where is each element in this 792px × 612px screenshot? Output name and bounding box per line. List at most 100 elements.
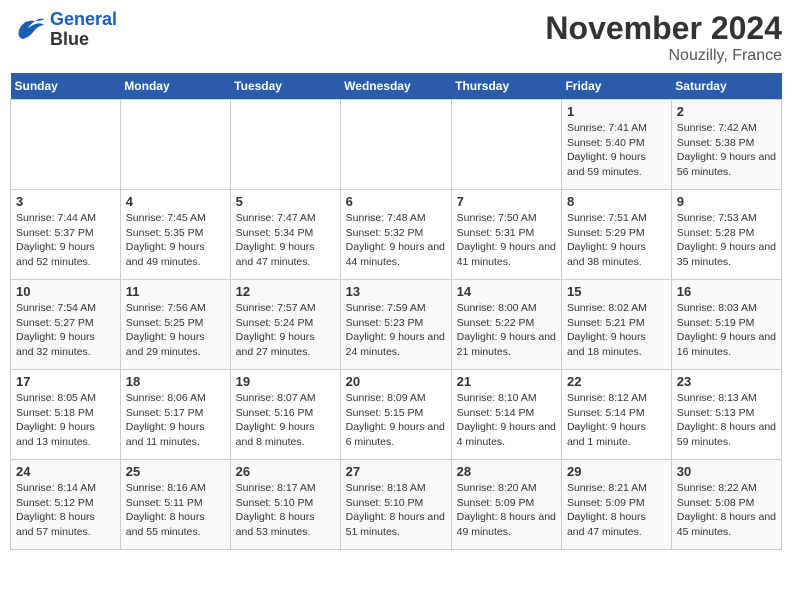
week-row-0: 1 Sunrise: 7:41 AM Sunset: 5:40 PM Daylig… — [11, 100, 782, 190]
day-number: 25 — [126, 464, 225, 479]
logo-icon — [10, 12, 46, 48]
column-header-saturday: Saturday — [671, 73, 781, 100]
calendar-cell: 11 Sunrise: 7:56 AM Sunset: 5:25 PM Dayli… — [120, 280, 230, 370]
day-number: 28 — [457, 464, 556, 479]
calendar-cell: 27 Sunrise: 8:18 AM Sunset: 5:10 PM Dayli… — [340, 460, 451, 550]
page-header: General Blue November 2024 Nouzilly, Fra… — [10, 10, 782, 65]
day-info: Sunrise: 7:56 AM Sunset: 5:25 PM Dayligh… — [126, 301, 225, 360]
day-number: 19 — [236, 374, 335, 389]
logo-text: General Blue — [50, 10, 117, 50]
calendar-cell — [120, 100, 230, 190]
calendar-cell: 3 Sunrise: 7:44 AM Sunset: 5:37 PM Daylig… — [11, 190, 121, 280]
calendar-cell: 15 Sunrise: 8:02 AM Sunset: 5:21 PM Dayli… — [561, 280, 671, 370]
calendar-cell: 28 Sunrise: 8:20 AM Sunset: 5:09 PM Dayli… — [451, 460, 561, 550]
calendar-cell: 8 Sunrise: 7:51 AM Sunset: 5:29 PM Daylig… — [561, 190, 671, 280]
week-row-4: 24 Sunrise: 8:14 AM Sunset: 5:12 PM Dayli… — [11, 460, 782, 550]
day-info: Sunrise: 8:18 AM Sunset: 5:10 PM Dayligh… — [346, 481, 446, 540]
calendar-cell: 14 Sunrise: 8:00 AM Sunset: 5:22 PM Dayli… — [451, 280, 561, 370]
calendar-cell: 6 Sunrise: 7:48 AM Sunset: 5:32 PM Daylig… — [340, 190, 451, 280]
calendar-cell — [340, 100, 451, 190]
day-number: 6 — [346, 194, 446, 209]
week-row-2: 10 Sunrise: 7:54 AM Sunset: 5:27 PM Dayli… — [11, 280, 782, 370]
day-info: Sunrise: 7:59 AM Sunset: 5:23 PM Dayligh… — [346, 301, 446, 360]
column-header-friday: Friday — [561, 73, 671, 100]
calendar-cell: 23 Sunrise: 8:13 AM Sunset: 5:13 PM Dayli… — [671, 370, 781, 460]
header-row: SundayMondayTuesdayWednesdayThursdayFrid… — [11, 73, 782, 100]
day-number: 10 — [16, 284, 115, 299]
day-info: Sunrise: 8:10 AM Sunset: 5:14 PM Dayligh… — [457, 391, 556, 450]
calendar-cell — [230, 100, 340, 190]
day-number: 26 — [236, 464, 335, 479]
calendar-cell: 26 Sunrise: 8:17 AM Sunset: 5:10 PM Dayli… — [230, 460, 340, 550]
day-number: 22 — [567, 374, 666, 389]
title-block: November 2024 Nouzilly, France — [545, 10, 782, 65]
calendar-cell: 7Sunrise: 7:50 AM Sunset: 5:31 PM Daylig… — [451, 190, 561, 280]
column-header-thursday: Thursday — [451, 73, 561, 100]
day-number: 17 — [16, 374, 115, 389]
calendar-cell: 21 Sunrise: 8:10 AM Sunset: 5:14 PM Dayli… — [451, 370, 561, 460]
day-info: Sunrise: 8:21 AM Sunset: 5:09 PM Dayligh… — [567, 481, 666, 540]
day-info: Sunrise: 8:09 AM Sunset: 5:15 PM Dayligh… — [346, 391, 446, 450]
day-info: Sunrise: 7:47 AM Sunset: 5:34 PM Dayligh… — [236, 211, 335, 270]
column-header-tuesday: Tuesday — [230, 73, 340, 100]
calendar-cell: 18Sunrise: 8:06 AM Sunset: 5:17 PM Dayli… — [120, 370, 230, 460]
column-header-sunday: Sunday — [11, 73, 121, 100]
day-number: 14 — [457, 284, 556, 299]
calendar-cell — [451, 100, 561, 190]
day-number: 4 — [126, 194, 225, 209]
day-info: Sunrise: 8:20 AM Sunset: 5:09 PM Dayligh… — [457, 481, 556, 540]
day-number: 7 — [457, 194, 556, 209]
day-info: Sunrise: 8:16 AM Sunset: 5:11 PM Dayligh… — [126, 481, 225, 540]
day-number: 29 — [567, 464, 666, 479]
calendar-cell: 16 Sunrise: 8:03 AM Sunset: 5:19 PM Dayli… — [671, 280, 781, 370]
day-info: Sunrise: 7:53 AM Sunset: 5:28 PM Dayligh… — [677, 211, 776, 270]
day-info: Sunrise: 8:03 AM Sunset: 5:19 PM Dayligh… — [677, 301, 776, 360]
calendar-cell: 22 Sunrise: 8:12 AM Sunset: 5:14 PM Dayli… — [561, 370, 671, 460]
day-info: Sunrise: 7:44 AM Sunset: 5:37 PM Dayligh… — [16, 211, 115, 270]
calendar-cell: 13 Sunrise: 7:59 AM Sunset: 5:23 PM Dayli… — [340, 280, 451, 370]
calendar-cell: 2 Sunrise: 7:42 AM Sunset: 5:38 PM Daylig… — [671, 100, 781, 190]
day-number: 20 — [346, 374, 446, 389]
day-info: Sunrise: 8:00 AM Sunset: 5:22 PM Dayligh… — [457, 301, 556, 360]
day-info: Sunrise: 7:51 AM Sunset: 5:29 PM Dayligh… — [567, 211, 666, 270]
day-number: 30 — [677, 464, 776, 479]
day-number: 27 — [346, 464, 446, 479]
calendar-cell: 20 Sunrise: 8:09 AM Sunset: 5:15 PM Dayli… — [340, 370, 451, 460]
calendar-cell: 29 Sunrise: 8:21 AM Sunset: 5:09 PM Dayli… — [561, 460, 671, 550]
day-number: 9 — [677, 194, 776, 209]
day-number: 2 — [677, 104, 776, 119]
day-info: Sunrise: 7:42 AM Sunset: 5:38 PM Dayligh… — [677, 121, 776, 180]
day-number: 11 — [126, 284, 225, 299]
day-info: Sunrise: 8:13 AM Sunset: 5:13 PM Dayligh… — [677, 391, 776, 450]
day-number: 21 — [457, 374, 556, 389]
day-number: 5 — [236, 194, 335, 209]
month-title: November 2024 — [545, 10, 782, 47]
day-number: 8 — [567, 194, 666, 209]
day-number: 13 — [346, 284, 446, 299]
day-number: 3 — [16, 194, 115, 209]
day-number: 15 — [567, 284, 666, 299]
day-info: Sunrise: 7:48 AM Sunset: 5:32 PM Dayligh… — [346, 211, 446, 270]
day-number: 16 — [677, 284, 776, 299]
day-info: Sunrise: 7:41 AM Sunset: 5:40 PM Dayligh… — [567, 121, 666, 180]
day-info: Sunrise: 8:12 AM Sunset: 5:14 PM Dayligh… — [567, 391, 666, 450]
day-number: 1 — [567, 104, 666, 119]
calendar-cell: 5 Sunrise: 7:47 AM Sunset: 5:34 PM Daylig… — [230, 190, 340, 280]
logo: General Blue — [10, 10, 117, 50]
day-number: 23 — [677, 374, 776, 389]
day-info: Sunrise: 7:54 AM Sunset: 5:27 PM Dayligh… — [16, 301, 115, 360]
day-info: Sunrise: 8:14 AM Sunset: 5:12 PM Dayligh… — [16, 481, 115, 540]
calendar-cell: 17 Sunrise: 8:05 AM Sunset: 5:18 PM Dayli… — [11, 370, 121, 460]
day-info: Sunrise: 8:02 AM Sunset: 5:21 PM Dayligh… — [567, 301, 666, 360]
calendar-table: SundayMondayTuesdayWednesdayThursdayFrid… — [10, 73, 782, 550]
day-info: Sunrise: 8:05 AM Sunset: 5:18 PM Dayligh… — [16, 391, 115, 450]
day-number: 12 — [236, 284, 335, 299]
calendar-cell: 12 Sunrise: 7:57 AM Sunset: 5:24 PM Dayli… — [230, 280, 340, 370]
calendar-cell — [11, 100, 121, 190]
column-header-monday: Monday — [120, 73, 230, 100]
day-info: Sunrise: 8:17 AM Sunset: 5:10 PM Dayligh… — [236, 481, 335, 540]
calendar-cell: 25 Sunrise: 8:16 AM Sunset: 5:11 PM Dayli… — [120, 460, 230, 550]
day-info: Sunrise: 8:22 AM Sunset: 5:08 PM Dayligh… — [677, 481, 776, 540]
day-number: 24 — [16, 464, 115, 479]
day-info: Sunrise: 7:57 AM Sunset: 5:24 PM Dayligh… — [236, 301, 335, 360]
